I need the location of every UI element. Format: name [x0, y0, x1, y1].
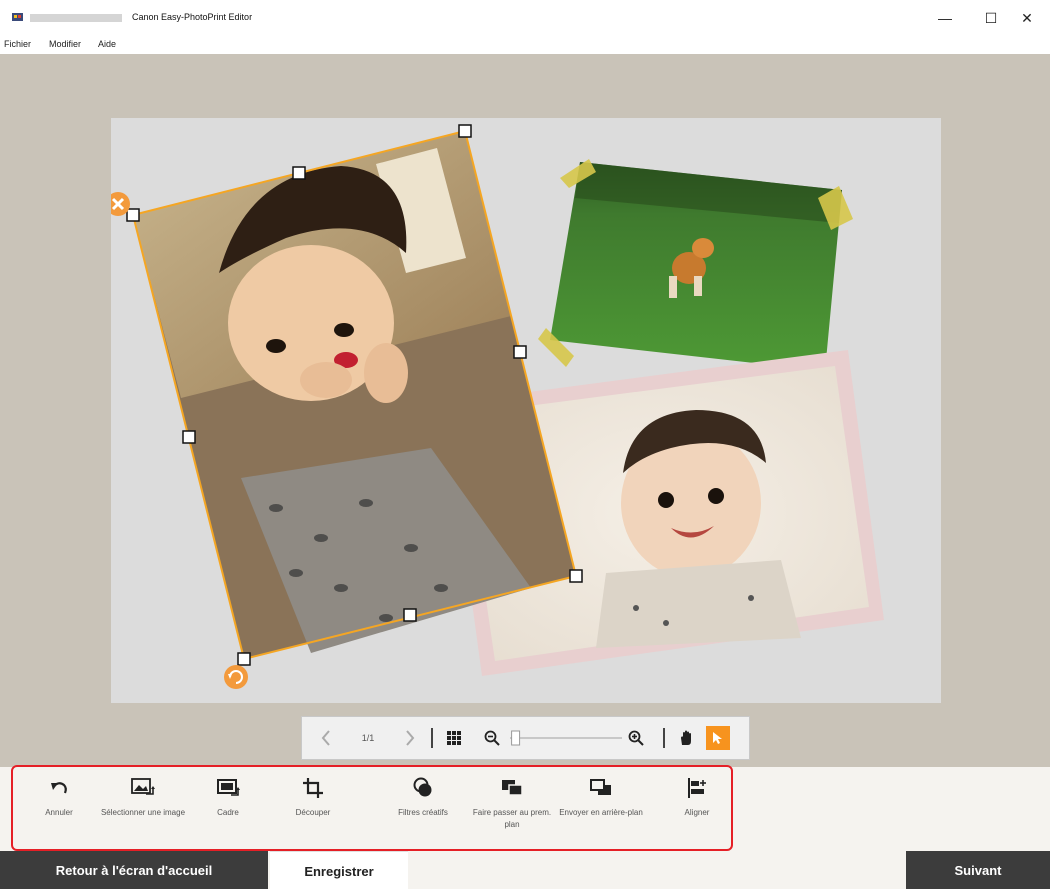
bring-to-front-label: Faire passer au prem. plan: [472, 808, 552, 829]
photo-boy[interactable]: [131, 129, 578, 661]
zoom-slider[interactable]: [508, 717, 624, 759]
chevron-right-icon: [406, 730, 415, 746]
zoom-out-button[interactable]: [480, 717, 504, 759]
filters-icon: [413, 777, 432, 797]
crop-icon: [303, 778, 323, 798]
menu-file[interactable]: Fichier: [4, 39, 31, 49]
layout-canvas[interactable]: [111, 118, 941, 703]
close-button[interactable]: ✕: [1004, 0, 1050, 36]
minimize-button[interactable]: —: [922, 0, 968, 36]
crop-label: Découper: [295, 808, 331, 817]
menu-help[interactable]: Aide: [98, 39, 116, 49]
frame-button[interactable]: Cadre: [183, 772, 273, 848]
grid-icon: [447, 731, 461, 745]
toolbar-divider: [663, 728, 665, 748]
undo-icon: [51, 782, 67, 794]
select-image-label: Sélectionner une image: [100, 808, 186, 817]
save-button[interactable]: Enregistrer: [270, 851, 408, 890]
rotate-icon[interactable]: [224, 665, 248, 689]
creative-filters-label: Filtres créatifs: [398, 808, 448, 817]
undo-button[interactable]: Annuler: [14, 772, 104, 848]
send-to-back-label: Envoyer en arrière-plan: [559, 808, 643, 817]
prev-page-button[interactable]: [308, 717, 344, 759]
bring-to-front-button[interactable]: Faire passer au prem. plan: [467, 772, 557, 848]
app-icon: [12, 13, 23, 21]
menu-edit[interactable]: Modifier: [49, 39, 81, 49]
crop-button[interactable]: Découper: [268, 772, 358, 848]
creative-filters-button[interactable]: Filtres créatifs: [378, 772, 468, 848]
select-image-icon: [131, 778, 155, 795]
align-icon: [688, 778, 706, 798]
align-label: Aligner: [684, 808, 710, 817]
next-page-button[interactable]: [392, 717, 428, 759]
title-blurred-text: [30, 14, 122, 22]
next-button[interactable]: Suivant: [906, 851, 1050, 889]
send-to-back-button[interactable]: Envoyer en arrière-plan: [556, 772, 646, 848]
home-button[interactable]: Retour à l'écran d'accueil: [0, 851, 268, 889]
select-tool-button[interactable]: [706, 726, 730, 750]
zoom-thumb[interactable]: [511, 730, 521, 746]
bring-to-front-icon: [502, 780, 523, 796]
toolbar-divider: [431, 728, 433, 748]
align-button[interactable]: Aligner: [652, 772, 742, 848]
pan-tool-button[interactable]: [674, 717, 698, 759]
photo-dog[interactable]: [538, 159, 853, 371]
cursor-arrow-icon: [713, 732, 722, 744]
select-image-button[interactable]: Sélectionner une image: [98, 772, 188, 848]
menu-bar: Fichier Modifier Aide: [0, 36, 1050, 54]
page-indicator: 1/1: [361, 733, 375, 743]
undo-label: Annuler: [45, 808, 73, 817]
hand-icon: [681, 730, 691, 745]
zoom-in-icon: [628, 730, 644, 746]
zoom-in-button[interactable]: [624, 717, 648, 759]
zoom-out-icon: [484, 730, 500, 746]
app-title: Canon Easy-PhotoPrint Editor: [132, 12, 253, 22]
navigation-toolbar: 1/1: [301, 716, 750, 760]
send-to-back-icon: [590, 779, 611, 795]
title-bar: Canon Easy-PhotoPrint Editor — ☐ ✕: [0, 0, 1050, 36]
chevron-left-icon: [321, 730, 330, 746]
frame-label: Cadre: [217, 808, 239, 817]
page-list-button[interactable]: [440, 717, 468, 759]
frame-icon: [217, 779, 240, 796]
